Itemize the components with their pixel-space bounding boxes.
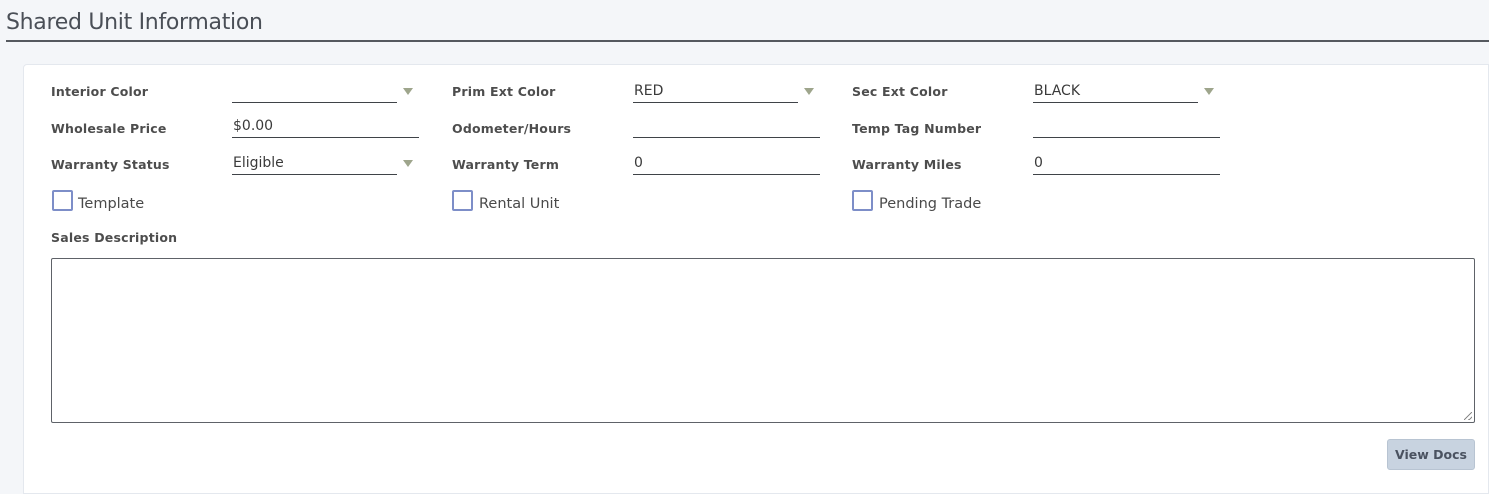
- interior-color-caret-down-icon[interactable]: [403, 88, 413, 95]
- prim-ext-color-select[interactable]: RED: [633, 81, 798, 103]
- temp-tag-number-label: Temp Tag Number: [852, 121, 982, 136]
- wholesale-price-input[interactable]: $0.00: [232, 116, 419, 138]
- resize-grip-icon[interactable]: [1464, 412, 1472, 420]
- odometer-hours-input[interactable]: [633, 116, 820, 138]
- view-docs-button[interactable]: View Docs: [1387, 439, 1475, 470]
- warranty-term-input[interactable]: 0: [633, 153, 820, 175]
- warranty-status-select[interactable]: Eligible: [232, 153, 397, 175]
- rental-unit-checkbox-label[interactable]: Rental Unit: [479, 196, 559, 212]
- warranty-miles-label: Warranty Miles: [852, 157, 962, 172]
- prim-ext-color-label: Prim Ext Color: [452, 84, 556, 99]
- warranty-status-caret-down-icon[interactable]: [403, 160, 413, 167]
- interior-color-label: Interior Color: [51, 84, 149, 99]
- pending-trade-checkbox-label[interactable]: Pending Trade: [879, 196, 981, 212]
- section-title: Shared Unit Information: [6, 10, 263, 35]
- warranty-status-label: Warranty Status: [51, 157, 170, 172]
- sec-ext-color-caret-down-icon[interactable]: [1204, 88, 1214, 95]
- warranty-term-label: Warranty Term: [452, 157, 560, 172]
- warranty-miles-input[interactable]: 0: [1033, 153, 1220, 175]
- interior-color-select[interactable]: [232, 81, 397, 103]
- sales-description-label: Sales Description: [51, 230, 178, 245]
- temp-tag-number-input[interactable]: [1033, 116, 1220, 138]
- sec-ext-color-label: Sec Ext Color: [852, 84, 948, 99]
- rental-unit-checkbox[interactable]: [452, 190, 473, 211]
- prim-ext-color-caret-down-icon[interactable]: [804, 88, 814, 95]
- wholesale-price-label: Wholesale Price: [51, 121, 167, 136]
- template-checkbox[interactable]: [52, 190, 73, 211]
- sec-ext-color-select[interactable]: BLACK: [1033, 81, 1198, 103]
- section-title-rule: [6, 40, 1489, 42]
- pending-trade-checkbox[interactable]: [852, 190, 873, 211]
- template-checkbox-label[interactable]: Template: [78, 196, 144, 212]
- odometer-hours-label: Odometer/Hours: [452, 121, 572, 136]
- sales-description-textarea[interactable]: [51, 258, 1475, 423]
